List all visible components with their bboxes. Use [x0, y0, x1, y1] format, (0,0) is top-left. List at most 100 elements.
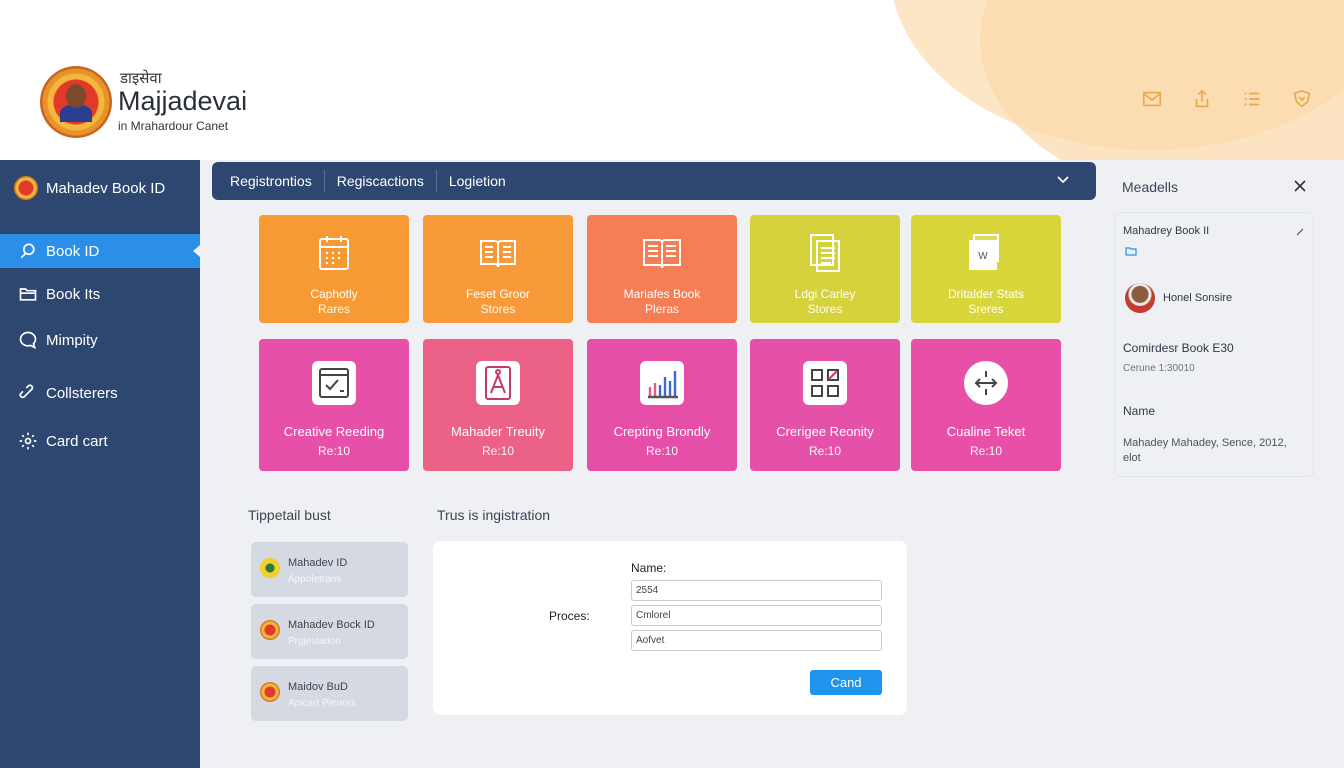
sidebar-item-card-cart[interactable]: Card cart: [0, 424, 200, 458]
link-icon: [19, 384, 34, 399]
section-title: Tippetail bust: [248, 507, 331, 523]
card-title: Dritalder Stats: [947, 287, 1025, 301]
shield-icon[interactable]: [1290, 88, 1314, 110]
list-item-subtitle: Apicart Pleuors: [288, 698, 356, 709]
emblem-icon: [260, 682, 280, 702]
details-card: Mahadrey Book II Honel Sonsire Comirdesr…: [1114, 212, 1314, 477]
list-item-subtitle: Appoletrans: [288, 574, 342, 585]
service-card[interactable]: Cualine Teket Re:10: [911, 339, 1061, 471]
name-heading: Name: [1123, 404, 1156, 418]
card-price: Re:10: [969, 444, 1003, 458]
tab-logietion[interactable]: Logietion: [437, 170, 518, 192]
list-item[interactable]: Maidov BuD Apicart Pleuors: [251, 666, 408, 721]
brand-emblem-icon: [14, 176, 38, 200]
list-item-subtitle: Prgjestation: [288, 636, 341, 647]
service-card[interactable]: Feset Groor Stores: [423, 215, 573, 323]
card-subtitle: Stores: [807, 302, 843, 316]
folder-icon: [19, 288, 37, 301]
logo-name: Majjadevai: [118, 86, 248, 116]
sidebar-item-book-id[interactable]: Book ID: [0, 234, 200, 268]
section-heading: Comirdesr Book E30: [1123, 341, 1234, 355]
book-icon: [476, 231, 520, 275]
header-actions: [1140, 88, 1314, 110]
sidebar-item-label: Card cart: [46, 432, 108, 450]
details-panel: Meadells Mahadrey Book II Honel Sonsire …: [1106, 162, 1314, 482]
card-title: Mahader Treuity: [451, 424, 545, 439]
close-icon[interactable]: [1293, 179, 1307, 193]
card-subtitle: Stores: [480, 302, 516, 316]
share-icon[interactable]: [1190, 88, 1214, 110]
sidebar-item-label: Book Its: [46, 285, 101, 303]
card-subtitle: Sreres: [968, 302, 1004, 316]
sidebar-brand[interactable]: Mahadev Book ID: [14, 176, 165, 200]
card-price: Re:10: [317, 444, 351, 458]
name-field[interactable]: [631, 580, 882, 601]
card-title: Ldgi Carley: [794, 287, 856, 301]
sidebar-item-mimpity[interactable]: Mimpity: [0, 323, 200, 357]
section-subtext: Cerune 1:30010: [1123, 363, 1195, 374]
svg-text:W: W: [978, 251, 988, 262]
tab-regiscactions[interactable]: Regiscactions: [325, 170, 437, 192]
detail-field[interactable]: [631, 630, 882, 651]
calendar-icon: [312, 231, 356, 275]
folder-icon: [1125, 247, 1137, 256]
card-title: Caphotly: [310, 287, 358, 301]
card-title: Cualine Teket: [946, 424, 1026, 439]
edit-icon[interactable]: [1295, 227, 1305, 237]
sidebar-item-label: Mimpity: [46, 331, 98, 349]
card-title: Crerigee Reonity: [776, 424, 874, 439]
search-icon: [20, 243, 35, 259]
open-book-icon: [640, 231, 684, 275]
service-card[interactable]: Mariafes Book Pleras: [587, 215, 737, 323]
card-subtitle: Pleras: [644, 302, 679, 316]
process-label: Proces:: [549, 609, 590, 623]
logo-script-text: डाइसेवा: [120, 70, 162, 87]
sidebar-item-label: Book ID: [46, 242, 100, 260]
book-title: Mahadrey Book II: [1123, 225, 1210, 237]
service-card[interactable]: Caphotly Rares: [259, 215, 409, 323]
chevron-down-icon[interactable]: [1056, 173, 1070, 187]
sidebar-item-book-its[interactable]: Book Its: [0, 277, 200, 311]
tab-registrontios[interactable]: Registrontios: [230, 170, 325, 192]
sidebar-item-collsterers[interactable]: Collsterers: [0, 376, 200, 410]
card-title: Creative Reeding: [283, 424, 385, 439]
letter-a-icon: [476, 361, 520, 405]
avatar: [1125, 283, 1155, 313]
list-item[interactable]: Mahadev ID Appoletrans: [251, 542, 408, 597]
bar-chart-icon: [640, 361, 684, 405]
emblem-icon: [260, 620, 280, 640]
header: डाइसेवा Majjadevai in Mrahardour Canet: [0, 0, 1344, 160]
service-card[interactable]: Crerigee Reonity Re:10: [750, 339, 900, 471]
grid-icon: [803, 361, 847, 405]
list-item-title: Mahadev ID: [288, 557, 348, 569]
tab-bar: Registrontios Regiscactions Logietion: [212, 162, 1096, 200]
service-card[interactable]: Crepting Brondly Re:10: [587, 339, 737, 471]
list-item-title: Mahadev Bock ID: [288, 619, 375, 631]
form-title: Trus is ingistration: [437, 507, 551, 523]
name-label: Name:: [631, 561, 667, 575]
logo-subtitle: in Mrahardour Canet: [118, 119, 229, 133]
registration-form: Name: Proces: Cand: [433, 541, 907, 715]
document-icon: [803, 231, 847, 275]
service-card[interactable]: Mahader Treuity Re:10: [423, 339, 573, 471]
card-subtitle: Rares: [317, 302, 350, 316]
list-icon[interactable]: [1240, 88, 1264, 110]
process-field[interactable]: [631, 605, 882, 626]
list-item[interactable]: Mahadev Bock ID Prgjestation: [251, 604, 408, 659]
submit-button[interactable]: Cand: [810, 670, 882, 695]
name-text: Mahadey Mahadey, Sence, 2012, elot: [1123, 437, 1287, 464]
service-card[interactable]: Creative Reeding Re:10: [259, 339, 409, 471]
card-price: Re:10: [481, 444, 515, 458]
card-price: Re:10: [808, 444, 842, 458]
mail-icon[interactable]: [1140, 88, 1164, 110]
checklist-icon: [312, 361, 356, 405]
card-title: Mariafes Book: [623, 287, 701, 301]
service-card[interactable]: Ldgi Carley Stores: [750, 215, 900, 323]
service-card[interactable]: W Dritalder Stats Sreres: [911, 215, 1061, 323]
emblem-icon: [260, 558, 280, 578]
sidebar: Mahadev Book ID Book ID Book Its Mimpity…: [0, 160, 200, 768]
word-document-icon: W: [964, 231, 1008, 275]
panel-title: Meadells: [1122, 179, 1179, 195]
card-title: Feset Groor: [465, 287, 531, 301]
gear-icon: [19, 432, 37, 450]
